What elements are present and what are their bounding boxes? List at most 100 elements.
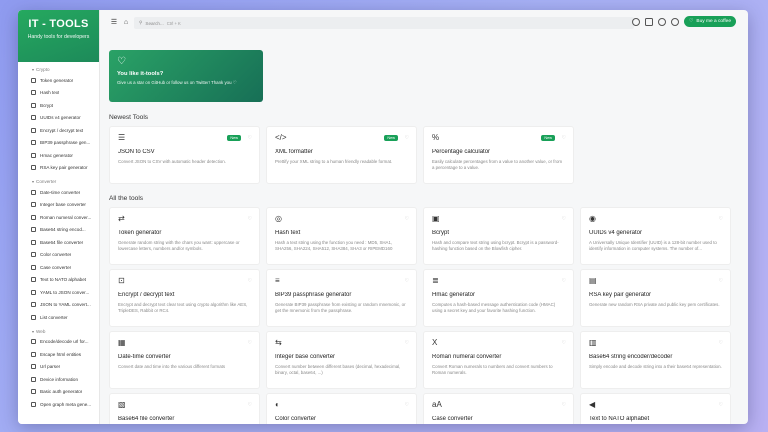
favorite-heart-icon[interactable]: ♡	[562, 340, 566, 346]
favorite-heart-icon[interactable]: ♡	[719, 340, 723, 346]
sidebar-item[interactable]: Hash text	[18, 87, 99, 100]
sidebar-item[interactable]: Bcrypt	[18, 99, 99, 112]
home-icon[interactable]: ⌂	[122, 19, 130, 27]
favorite-heart-icon[interactable]: ♡	[248, 278, 252, 284]
tool-card[interactable]: ▧ ♡ Base64 file converter	[109, 393, 260, 424]
sidebar-section-header[interactable]: ▾ Web	[18, 324, 99, 336]
sidebar-item-label: Device information	[40, 376, 79, 382]
favorite-heart-icon[interactable]: ♡	[405, 402, 409, 408]
tool-card[interactable]: </> New ♡ XML formatter Prettify your XML st…	[266, 126, 417, 184]
tool-card-description: Hash and compare text string using bcryp…	[432, 240, 559, 251]
twitter-icon[interactable]	[645, 17, 654, 26]
sidebar-item-label: List converter	[40, 314, 68, 320]
tool-card[interactable]: ≣ ♡ Hmac generator Computes a hash-based me…	[423, 269, 574, 327]
tool-card-description: Easily calculate percentages from a valu…	[432, 159, 563, 170]
sidebar-item[interactable]: Escape html entities	[18, 348, 99, 361]
buy-me-a-coffee-button[interactable]: ♡ Buy me a coffee	[684, 16, 736, 27]
favorite-heart-icon[interactable]: ♡	[719, 278, 723, 284]
sidebar-item[interactable]: RSA key pair generator	[18, 162, 99, 175]
tool-card[interactable]: ▥ ♡ Base64 string encoder/decoder Simply en…	[580, 331, 731, 389]
sidebar-item[interactable]: Url parser	[18, 361, 99, 374]
sidebar-item[interactable]: Base64 string encod...	[18, 224, 99, 237]
github-icon[interactable]	[632, 17, 641, 26]
tool-card[interactable]: X ♡ Roman numeral converter Convert Roman n…	[423, 331, 574, 389]
sidebar-item-label: Open graph meta gene...	[40, 401, 92, 407]
sidebar-item[interactable]: Hmac generator	[18, 149, 99, 162]
tool-card-title: XML formatter	[275, 149, 313, 155]
sidebar-item[interactable]: Base64 file converter	[18, 236, 99, 249]
tool-icon	[31, 314, 36, 320]
tool-card-description: Generate random string with the chars yo…	[118, 240, 240, 251]
tool-card[interactable]: ◉ ♡ UUIDs v4 generator A Universally Unique…	[580, 207, 731, 265]
dark-mode-icon[interactable]	[671, 17, 680, 26]
favorite-heart-icon[interactable]: ♡	[562, 135, 566, 141]
shuffle-icon: ⇄	[118, 214, 125, 223]
sidebar-item[interactable]: Basic auth generator	[18, 386, 99, 399]
favorite-heart-icon[interactable]: ♡	[719, 402, 723, 408]
tool-icon	[31, 77, 36, 83]
tool-card[interactable]: ⊡ ♡ Encrypt / decrypt text Encrypt and decr…	[109, 269, 260, 327]
tool-card[interactable]: ◐ ♡ Color converter	[266, 393, 417, 424]
sidebar-item[interactable]: Color converter	[18, 249, 99, 262]
favorite-heart-icon[interactable]: ♡	[248, 216, 252, 222]
brand-title: IT - TOOLS	[28, 18, 89, 30]
favorite-heart-icon[interactable]: ♡	[405, 340, 409, 346]
tool-icon	[31, 401, 36, 407]
sidebar-item[interactable]: Integer base converter	[18, 199, 99, 212]
sidebar-section-header[interactable]: ▾ Converter	[18, 174, 99, 186]
sidebar-item[interactable]: Encrypt / decrypt text	[18, 124, 99, 137]
tool-card-description: Encrypt and decrypt text clear text usin…	[118, 302, 248, 313]
brand-banner[interactable]: IT - TOOLS Handy tools for developers	[18, 10, 99, 62]
sidebar-item-label: Bcrypt	[40, 102, 54, 108]
coffee-label: Buy me a coffee	[696, 19, 731, 24]
calendar-icon: ▦	[118, 338, 126, 347]
sidebar-item[interactable]: Roman numeral conver...	[18, 211, 99, 224]
sidebar-item[interactable]: Text to NATO alphabet	[18, 274, 99, 287]
tool-card[interactable]: ≡ ♡ BIP39 passphrase generator Generate BIP…	[266, 269, 417, 327]
tool-card[interactable]: % New ♡ Percentage calculator Easily calcula…	[423, 126, 574, 184]
sidebar-item[interactable]: Device information	[18, 373, 99, 386]
sidebar-item[interactable]: JSON to YAML convert...	[18, 299, 99, 312]
promo-card: ♡ You like it-tools? Give us a star on G…	[109, 50, 263, 102]
tool-card[interactable]: ▦ ♡ Date-time converter Convert date and ti…	[109, 331, 260, 389]
lock-square-icon: ▣	[432, 214, 440, 223]
short-text-icon: ≣	[432, 276, 439, 285]
sidebar-item[interactable]: UUIDs v4 generator	[18, 112, 99, 125]
sidebar-item[interactable]: Encode/decode url for...	[18, 336, 99, 349]
tool-icon	[31, 127, 36, 133]
tool-card[interactable]: ▣ ♡ Bcrypt Hash and compare text string usi…	[423, 207, 574, 265]
tool-icon	[31, 277, 36, 283]
sidebar-item[interactable]: Case converter	[18, 261, 99, 274]
tool-card[interactable]: ◎ ♡ Hash text Hash a text string using the …	[266, 207, 417, 265]
sidebar-item[interactable]: BIP39 passphrase gen...	[18, 137, 99, 150]
sidebar-item[interactable]: Date-time converter	[18, 186, 99, 199]
favorite-heart-icon[interactable]: ♡	[719, 216, 723, 222]
tool-card[interactable]: ▤ ♡ RSA key pair generator Generate new ran…	[580, 269, 731, 327]
search-input[interactable]: ⚲ Search... Ctrl + K	[134, 17, 634, 29]
tool-card[interactable]: ⇄ ♡ Token generator Generate random string …	[109, 207, 260, 265]
sidebar-item[interactable]: Open graph meta gene...	[18, 398, 99, 411]
favorite-heart-icon[interactable]: ♡	[248, 340, 252, 346]
sidebar-section-header[interactable]: ▾ Crypto	[18, 62, 99, 74]
tool-card-description: Prettify your XML string to a human frie…	[275, 159, 393, 164]
tool-icon	[31, 152, 36, 158]
sidebar-item[interactable]: YAML to JSON conver...	[18, 286, 99, 299]
favorite-heart-icon[interactable]: ♡	[562, 216, 566, 222]
favorite-heart-icon[interactable]: ♡	[248, 402, 252, 408]
info-icon[interactable]	[658, 17, 667, 26]
favorite-heart-icon[interactable]: ♡	[248, 135, 252, 141]
favorite-heart-icon[interactable]: ♡	[562, 278, 566, 284]
sidebar-item[interactable]: Token generator	[18, 74, 99, 87]
favorite-heart-icon[interactable]: ♡	[405, 278, 409, 284]
tool-card[interactable]: ☰ New ♡ JSON to CSV Convert JSON to CSV with…	[109, 126, 260, 184]
tool-card[interactable]: ⇆ ♡ Integer base converter Convert number b…	[266, 331, 417, 389]
tool-card[interactable]: ◀ ♡ Text to NATO alphabet	[580, 393, 731, 424]
sidebar-item[interactable]: List converter	[18, 311, 99, 324]
tool-card[interactable]: aA ♡ Case converter	[423, 393, 574, 424]
tool-card-title: Text to NATO alphabet	[589, 416, 650, 422]
favorite-heart-icon[interactable]: ♡	[562, 402, 566, 408]
favorite-heart-icon[interactable]: ♡	[405, 216, 409, 222]
favorite-heart-icon[interactable]: ♡	[405, 135, 409, 141]
menu-icon[interactable]: ☰	[110, 19, 118, 27]
tool-card-title: Base64 file converter	[118, 416, 175, 422]
